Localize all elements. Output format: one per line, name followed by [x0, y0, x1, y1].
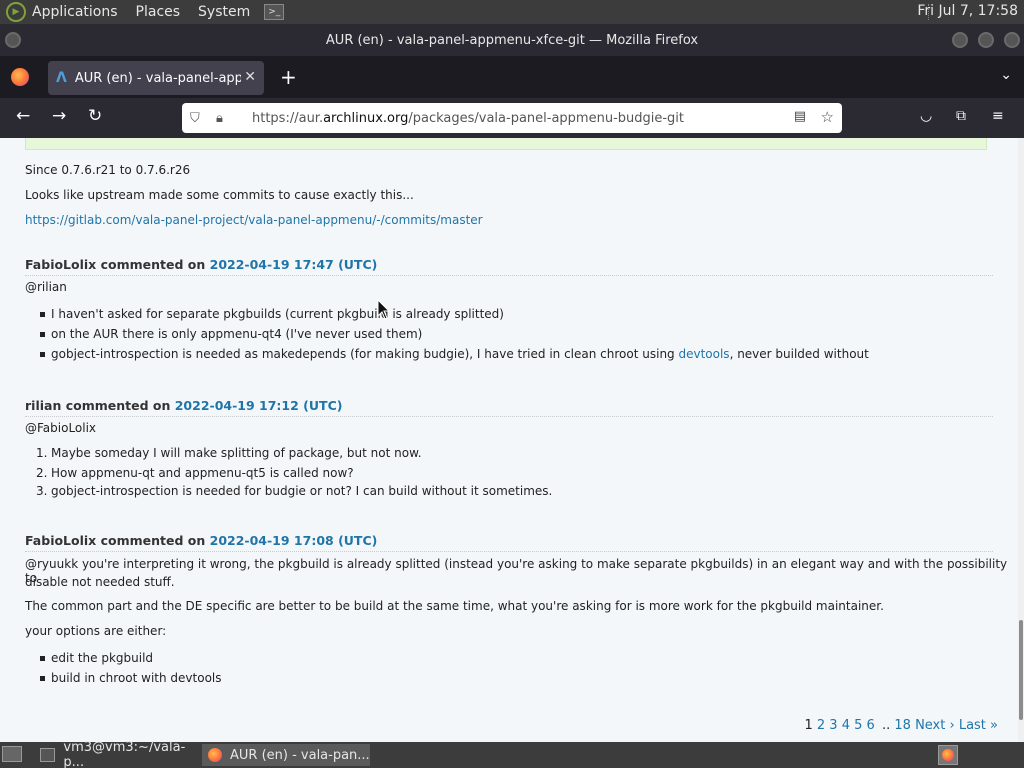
comment-mention: @rilian — [25, 280, 67, 294]
page-content: Since 0.7.6.r21 to 0.7.6.r26 Looks like … — [0, 138, 1018, 742]
task-label: vm3@vm3:~/vala-p... — [63, 740, 186, 768]
distro-logo-icon[interactable]: ▶ — [6, 2, 26, 22]
page-link[interactable]: 4 — [842, 718, 850, 733]
firefox-icon — [208, 748, 222, 762]
comment-date-link[interactable]: 2022-04-19 17:08 (UTC) — [210, 533, 378, 548]
comment-text: The common part and the DE specific are … — [25, 599, 884, 613]
list-item: 2. How appmenu-qt and appmenu-qt5 is call… — [36, 466, 354, 480]
comment-date-link[interactable]: 2022-04-19 17:47 (UTC) — [210, 257, 378, 272]
list-item: gobject-introspection is needed as maked… — [40, 347, 869, 367]
top-panel: ▶ Applications Places System >_ Fri Jul … — [0, 0, 1024, 24]
tray-firefox-icon[interactable] — [938, 745, 958, 765]
list-item: on the AUR there is only appmenu-qt4 (I'… — [40, 327, 869, 347]
list-item: build in chroot with devtools — [40, 671, 222, 691]
terminal-launcher-icon[interactable]: >_ — [264, 4, 285, 20]
list-item: 3. gobject-introspection is needed for bu… — [36, 484, 553, 498]
page-link[interactable]: 6 — [867, 718, 875, 733]
maximize-button[interactable] — [978, 32, 994, 48]
page-link[interactable]: 3 — [829, 718, 837, 733]
tab-bar: Λ AUR (en) - vala-panel-appmenu-xfce-git… — [0, 56, 1024, 98]
tab-label: AUR (en) - vala-panel-appmenu-xfce-git — [74, 70, 241, 86]
tracking-protection-icon[interactable]: ⛉ — [190, 111, 206, 126]
app-menu-icon[interactable]: ≡ — [992, 108, 1004, 124]
window-title: AUR (en) - vala-panel-appmenu-xfce-git —… — [325, 32, 699, 48]
taskbar-firefox[interactable]: AUR (en) - vala-pan... — [202, 744, 370, 766]
system-menu[interactable]: System — [198, 4, 250, 20]
comment-author: FabioLolix — [25, 257, 97, 272]
minimize-button[interactable] — [952, 32, 968, 48]
nav-bar: ← → ↻ ⛉ 🔒︎ https://aur.archlinux.org/pac… — [0, 98, 1024, 138]
comment-date-link[interactable]: 2022-04-19 17:12 (UTC) — [175, 398, 343, 413]
comment-bullet-list: edit the pkgbuild build in chroot with d… — [40, 651, 222, 691]
list-item: edit the pkgbuild — [40, 651, 222, 671]
reload-button[interactable]: ↻ — [88, 106, 102, 126]
comment-author: FabioLolix — [25, 533, 97, 548]
comment-text: your options are either: — [25, 624, 167, 638]
url-text[interactable]: https://aur.archlinux.org/packages/vala-… — [252, 111, 684, 126]
page-link[interactable]: 5 — [854, 718, 862, 733]
comment-header: rilian commented on 2022-04-19 17:12 (UT… — [25, 398, 993, 417]
pagination: 1 2 3 4 5 6 .. 18 Next › Last » — [801, 718, 998, 733]
page-current: 1 — [804, 718, 813, 733]
page-link[interactable]: 18 — [894, 718, 911, 733]
bookmark-star-icon[interactable]: ☆ — [821, 108, 834, 126]
taskbar-terminal[interactable]: vm3@vm3:~/vala-p... — [34, 740, 200, 768]
window-titlebar[interactable]: AUR (en) - vala-panel-appmenu-xfce-git —… — [0, 24, 1024, 56]
aur-favicon-icon: Λ — [56, 70, 67, 86]
comment-header: FabioLolix commented on 2022-04-19 17:08… — [25, 533, 993, 552]
comment-text: Since 0.7.6.r21 to 0.7.6.r26 — [25, 163, 191, 177]
devtools-link[interactable]: devtools — [678, 347, 729, 361]
scrollbar-thumb[interactable] — [1019, 620, 1023, 720]
window-menu-icon[interactable] — [5, 32, 21, 48]
list-all-tabs-icon[interactable]: ⌄ — [1000, 67, 1012, 83]
task-label: AUR (en) - vala-pan... — [230, 747, 370, 763]
last-page-link[interactable]: Last » — [959, 718, 998, 733]
comment-numbered-list: 1. Maybe someday I will make splitting of… — [36, 446, 553, 504]
new-tab-button[interactable]: + — [280, 65, 297, 89]
comment-text: disable not needed stuff. — [25, 575, 175, 589]
next-page-link[interactable]: Next › — [915, 718, 955, 733]
forward-button[interactable]: → — [52, 106, 66, 126]
close-tab-icon[interactable]: ✕ — [244, 69, 256, 85]
clock[interactable]: Fri Jul 7, 17:58 — [917, 3, 1018, 19]
extensions-icon[interactable]: ⧉ — [956, 108, 966, 124]
close-window-button[interactable] — [1004, 32, 1020, 48]
notice-box — [25, 138, 987, 150]
page-ellipsis: .. — [881, 718, 891, 733]
lock-icon[interactable]: 🔒︎ — [216, 111, 232, 126]
comment-author: rilian — [25, 398, 62, 413]
url-bar[interactable]: ⛉ 🔒︎ https://aur.archlinux.org/packages/… — [182, 103, 842, 133]
list-item: 1. Maybe someday I will make splitting of… — [36, 446, 422, 460]
gitlab-commits-link[interactable]: https://gitlab.com/vala-panel-project/va… — [25, 213, 483, 227]
show-desktop-icon[interactable] — [2, 746, 22, 762]
back-button[interactable]: ← — [16, 106, 30, 126]
comment-mention: @FabioLolix — [25, 421, 97, 435]
mouse-cursor-icon — [377, 299, 391, 320]
page-link[interactable]: 2 — [817, 718, 825, 733]
taskbar: vm3@vm3:~/vala-p... AUR (en) - vala-pan.… — [0, 740, 1024, 768]
pocket-icon[interactable]: ◡ — [920, 108, 932, 124]
terminal-icon — [40, 748, 56, 762]
reader-view-icon[interactable]: ▤ — [794, 109, 806, 124]
list-item: I haven't asked for separate pkgbuilds (… — [40, 307, 869, 327]
applications-menu[interactable]: Applications — [32, 4, 118, 20]
comment-bullet-list: I haven't asked for separate pkgbuilds (… — [40, 307, 869, 367]
comment-header: FabioLolix commented on 2022-04-19 17:47… — [25, 257, 993, 276]
places-menu[interactable]: Places — [136, 4, 181, 20]
tab-aur[interactable]: Λ AUR (en) - vala-panel-appmenu-xfce-git… — [48, 61, 264, 95]
comment-text: Looks like upstream made some commits to… — [25, 188, 414, 202]
firefox-view-icon[interactable] — [11, 68, 29, 86]
